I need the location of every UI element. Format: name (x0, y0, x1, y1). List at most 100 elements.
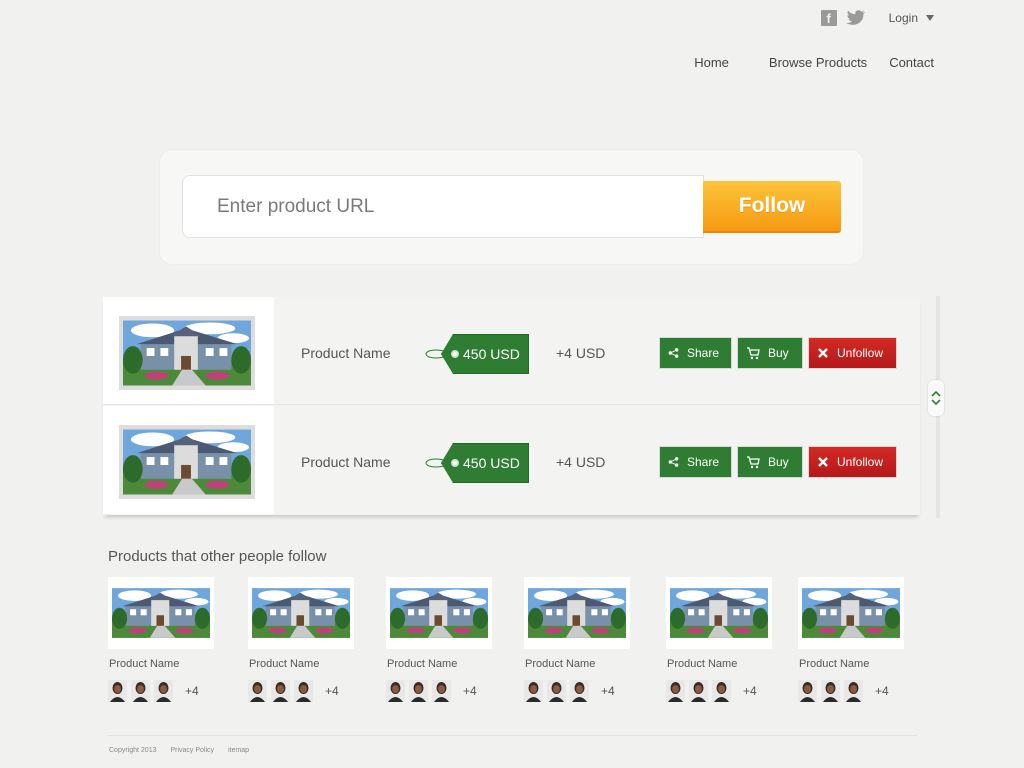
sitemap-link[interactable]: itemap (228, 747, 249, 754)
chevron-up-down-icon (931, 390, 941, 406)
copyright-text: Copyright 2013 (109, 747, 157, 754)
product-image[interactable] (386, 577, 492, 649)
follower-avatars: +4 (666, 680, 772, 702)
cart-icon (747, 347, 760, 360)
price-tag: 450 USD (423, 334, 533, 374)
product-url-input[interactable] (182, 175, 704, 238)
avatar[interactable] (108, 680, 127, 702)
product-image[interactable] (108, 577, 214, 649)
unfollow-label: Unfollow (837, 346, 884, 360)
unfollow-label: Unfollow (837, 455, 884, 469)
avatar[interactable] (712, 680, 731, 702)
nav-contact[interactable]: Contact (889, 55, 934, 70)
avatar[interactable] (271, 680, 290, 702)
product-card[interactable]: Product Name +4 (524, 577, 630, 702)
product-name: Product Name (667, 658, 738, 670)
login-dropdown[interactable]: Login (889, 11, 934, 25)
close-icon (818, 348, 828, 358)
close-icon (818, 457, 828, 467)
followed-product-row: Product Name 450 USD +4 USD Share Buy Un… (103, 297, 920, 405)
tag-hole-icon (451, 459, 459, 467)
product-image[interactable] (248, 577, 354, 649)
share-label: Share (686, 346, 719, 360)
product-name: Product Name (109, 658, 180, 670)
avatar[interactable] (294, 680, 313, 702)
follower-avatars: +4 (108, 680, 214, 702)
product-card[interactable]: Product Name +4 (386, 577, 492, 702)
avatar[interactable] (409, 680, 428, 702)
product-name: Product Name (525, 658, 596, 670)
more-followers-count: +4 (463, 684, 477, 698)
unfollow-button[interactable]: Unfollow (808, 446, 897, 478)
avatar[interactable] (524, 680, 543, 702)
more-followers-count: +4 (601, 684, 615, 698)
product-card[interactable]: Product Name +4 (798, 577, 904, 702)
more-followers-count: +4 (325, 684, 339, 698)
privacy-policy-link[interactable]: Privacy Policy (170, 747, 214, 754)
row-actions: Share Buy Unfollow (659, 446, 897, 478)
avatar[interactable] (386, 680, 405, 702)
main-nav: Home Browse Products Contact (694, 55, 934, 70)
avatar[interactable] (844, 680, 863, 702)
house-photo (112, 581, 210, 645)
product-name: Product Name (799, 658, 870, 670)
avatar[interactable] (154, 680, 173, 702)
avatar[interactable] (432, 680, 451, 702)
unfollow-button[interactable]: Unfollow (808, 337, 897, 369)
more-followers-count: +4 (185, 684, 199, 698)
buy-label: Buy (768, 455, 789, 469)
row-actions: Share Buy Unfollow (659, 337, 897, 369)
house-photo (252, 581, 350, 645)
share-label: Share (686, 455, 719, 469)
follower-avatars: +4 (386, 680, 492, 702)
avatar[interactable] (689, 680, 708, 702)
house-photo (528, 581, 626, 645)
follow-product-panel: Follow (160, 150, 863, 264)
house-photo (670, 581, 768, 645)
house-photo (123, 320, 251, 386)
price-tag: 450 USD (423, 443, 533, 483)
follow-button[interactable]: Follow (703, 181, 841, 231)
product-card[interactable]: Product Name +4 (666, 577, 772, 702)
top-utility-bar: f Login (820, 10, 934, 26)
followed-product-row: Product Name 450 USD +4 USD Share Buy Un… (103, 406, 920, 514)
twitter-icon[interactable] (845, 10, 867, 26)
product-image[interactable] (666, 577, 772, 649)
product-name: Product Name (301, 454, 391, 470)
house-photo (390, 581, 488, 645)
product-name: Product Name (249, 658, 320, 670)
buy-button[interactable]: Buy (737, 337, 803, 369)
product-card[interactable]: Product Name +4 (108, 577, 214, 702)
house-photo (802, 581, 900, 645)
share-icon (668, 348, 679, 358)
house-photo (123, 429, 251, 495)
price-change: +4 USD (556, 345, 606, 361)
avatar[interactable] (248, 680, 267, 702)
tag-hole-icon (451, 350, 459, 358)
avatar[interactable] (798, 680, 817, 702)
nav-browse-products[interactable]: Browse Products (769, 55, 867, 70)
footer: Copyright 2013 Privacy Policy itemap (109, 747, 249, 754)
product-image[interactable] (524, 577, 630, 649)
share-button[interactable]: Share (659, 337, 732, 369)
followed-products-list: Product Name 450 USD +4 USD Share Buy Un… (103, 297, 920, 515)
buy-label: Buy (768, 346, 789, 360)
scrollbar-handle[interactable] (928, 380, 944, 416)
product-card[interactable]: Product Name +4 (248, 577, 354, 702)
product-image[interactable] (798, 577, 904, 649)
price-change: +4 USD (556, 454, 606, 470)
avatar[interactable] (547, 680, 566, 702)
share-button[interactable]: Share (659, 446, 732, 478)
nav-home[interactable]: Home (694, 55, 729, 70)
avatar[interactable] (131, 680, 150, 702)
product-image[interactable] (119, 425, 255, 499)
avatar[interactable] (821, 680, 840, 702)
buy-button[interactable]: Buy (737, 446, 803, 478)
product-image[interactable] (119, 316, 255, 390)
avatar[interactable] (570, 680, 589, 702)
avatar[interactable] (666, 680, 685, 702)
facebook-icon[interactable]: f (820, 10, 837, 26)
follower-avatars: +4 (798, 680, 904, 702)
follower-avatars: +4 (248, 680, 354, 702)
product-name: Product Name (301, 345, 391, 361)
